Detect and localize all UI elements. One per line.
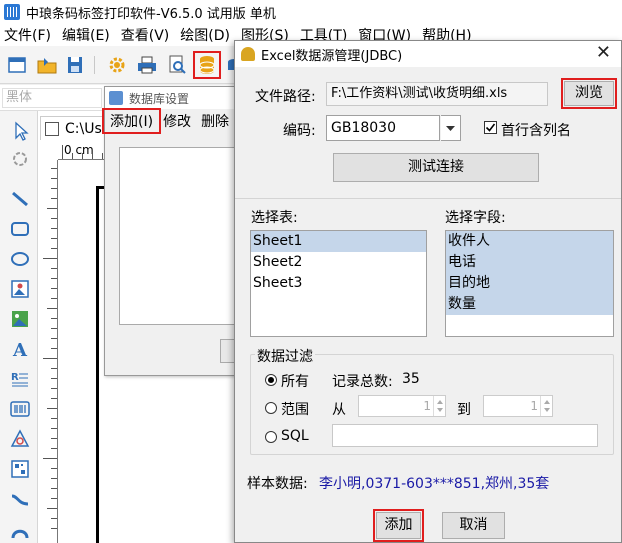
field-item[interactable]: 收件人 <box>446 231 613 252</box>
sample-data-label: 样本数据: <box>247 476 308 492</box>
image-tool-icon[interactable] <box>9 278 31 300</box>
drawing-toolbox: A R <box>0 111 38 543</box>
add-button[interactable]: 添加 <box>373 509 424 542</box>
range-to-value: 1 <box>530 399 538 413</box>
arc-tool-icon[interactable] <box>9 518 31 540</box>
ruler-unit-label: 0 cm <box>64 143 94 157</box>
chevron-down-icon <box>446 126 455 131</box>
sample-data-value: 李小明,0371-603***851,郑州,35套 <box>319 476 550 492</box>
header-row-label: 首行含列名 <box>501 123 571 139</box>
sql-input[interactable] <box>332 424 598 447</box>
new-file-icon[interactable] <box>6 54 28 76</box>
stepper-arrows-icon[interactable] <box>433 396 445 416</box>
save-icon[interactable] <box>64 54 86 76</box>
field-item[interactable]: 电话 <box>446 252 613 273</box>
filter-all-radio[interactable] <box>265 374 277 386</box>
data-filter-label: 数据过滤 <box>255 346 315 366</box>
header-row-checkbox[interactable] <box>484 121 497 134</box>
text-tool-icon[interactable]: A <box>9 338 31 361</box>
encoding-dropdown-button[interactable] <box>441 115 461 141</box>
field-item[interactable]: 数量 <box>446 294 613 315</box>
menu-draw[interactable]: 绘图(D) <box>175 25 235 45</box>
menu-file[interactable]: 文件(F) <box>0 25 56 45</box>
file-path-label: 文件路径: <box>255 89 316 105</box>
picture-tool-icon[interactable] <box>9 308 31 330</box>
add-datasource-menu[interactable]: 添加(I) <box>101 108 162 134</box>
excel-datasource-dialog: Excel数据源管理(JDBC) ✕ 文件路径: F:\工作资料\测试\收货明细… <box>234 40 622 543</box>
select-fields-label: 选择字段: <box>445 210 506 226</box>
file-path-input[interactable]: F:\工作资料\测试\收货明细.xls <box>326 82 548 106</box>
table-item-sheet3[interactable]: Sheet3 <box>251 273 426 294</box>
checkmark-icon <box>485 123 496 132</box>
encoding-label: 编码: <box>283 123 316 139</box>
open-folder-icon[interactable] <box>36 54 58 76</box>
table-item-sheet1[interactable]: Sheet1 <box>251 231 426 252</box>
svg-text:A: A <box>12 340 28 360</box>
database-extra-icon[interactable] <box>226 54 240 76</box>
excel-dialog-title: Excel数据源管理(JDBC) <box>261 48 403 64</box>
line-tool-icon[interactable] <box>9 188 31 210</box>
excel-dialog-titlebar: Excel数据源管理(JDBC) ✕ <box>235 41 621 67</box>
stepper-arrows-icon[interactable] <box>540 396 552 416</box>
excel-datasource-icon <box>241 47 255 61</box>
settings-gear-icon[interactable] <box>106 54 128 76</box>
range-from-stepper[interactable]: 1 <box>358 395 446 417</box>
font-name-select[interactable]: 黑体 <box>2 88 102 108</box>
range-to-stepper[interactable]: 1 <box>483 395 553 417</box>
range-from-value: 1 <box>423 399 431 413</box>
multiline-text-tool-icon[interactable]: R <box>9 368 31 390</box>
filter-range-radio[interactable] <box>265 402 277 414</box>
barcode-tool-icon[interactable] <box>9 398 31 420</box>
datasource-list[interactable] <box>119 147 243 325</box>
field-list[interactable]: 收件人 电话 目的地 数量 <box>445 230 614 337</box>
filter-range-label: 范围 <box>281 402 309 418</box>
filter-sql-label: SQL <box>281 428 309 444</box>
print-icon[interactable] <box>136 54 158 76</box>
range-from-label: 从 <box>332 402 346 418</box>
database-settings-icon[interactable] <box>193 51 221 79</box>
print-preview-icon[interactable] <box>166 54 188 76</box>
record-count-value: 35 <box>402 371 420 387</box>
document-icon <box>45 121 59 136</box>
database-icon <box>109 91 123 105</box>
menu-edit[interactable]: 编辑(E) <box>57 25 115 45</box>
qrcode-tool-icon[interactable] <box>9 458 31 480</box>
field-item[interactable]: 目的地 <box>446 273 613 294</box>
filter-sql-radio[interactable] <box>265 431 277 443</box>
shape-tool-icon[interactable] <box>9 428 31 450</box>
database-settings-menu: 添加(I) 修改 删除 <box>101 108 245 134</box>
cancel-button[interactable]: 取消 <box>442 512 505 539</box>
rectangle-tool-icon[interactable] <box>9 218 31 240</box>
modify-datasource-menu[interactable]: 修改 <box>158 111 196 131</box>
table-item-sheet2[interactable]: Sheet2 <box>251 252 426 273</box>
app-titlebar: 中琅条码标签打印软件-V6.5.0 试用版 单机 <box>0 0 622 24</box>
menu-view[interactable]: 查看(V) <box>116 25 175 45</box>
range-to-label: 到 <box>457 402 471 418</box>
app-logo-icon <box>4 4 20 20</box>
encoding-select[interactable]: GB18030 <box>326 115 440 141</box>
ellipse-tool-icon[interactable] <box>9 248 31 270</box>
database-settings-titlebar: 数据库设置 <box>105 87 245 109</box>
record-count-label: 记录总数: <box>332 374 393 390</box>
select-table-label: 选择表: <box>251 210 298 226</box>
database-settings-dialog: 数据库设置 添加(I) 修改 删除 <box>101 86 250 376</box>
rotate-tool-icon[interactable] <box>9 148 31 170</box>
select-pointer-icon[interactable] <box>9 120 31 142</box>
vertical-ruler <box>40 160 58 543</box>
table-list[interactable]: Sheet1 Sheet2 Sheet3 <box>250 230 427 337</box>
close-icon[interactable]: ✕ <box>596 44 611 62</box>
delete-datasource-menu[interactable]: 删除 <box>196 111 234 131</box>
test-connection-button[interactable]: 测试连接 <box>333 153 539 182</box>
app-title: 中琅条码标签打印软件-V6.5.0 试用版 单机 <box>26 6 276 22</box>
database-settings-title: 数据库设置 <box>129 91 190 106</box>
browse-button[interactable]: 浏览 <box>561 78 617 109</box>
curve-tool-icon[interactable] <box>9 488 31 510</box>
svg-text:R: R <box>11 372 19 383</box>
filter-all-label: 所有 <box>281 374 309 390</box>
